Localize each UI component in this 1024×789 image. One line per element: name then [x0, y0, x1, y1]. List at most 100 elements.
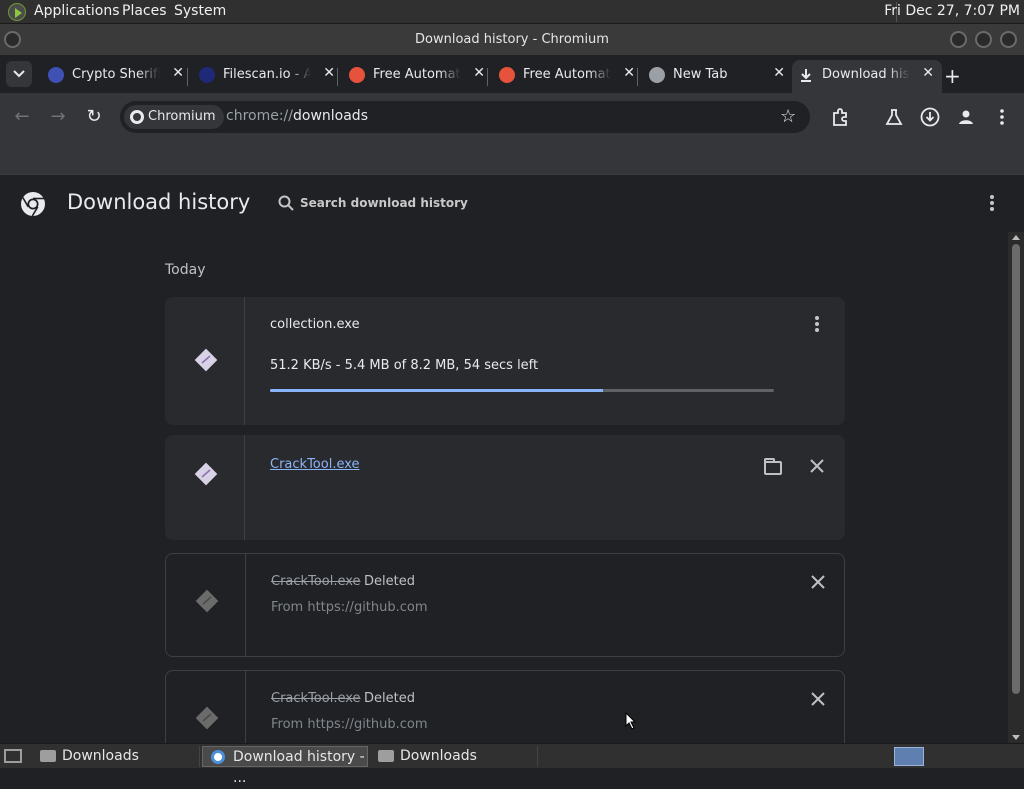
folder-icon [378, 750, 394, 762]
search-input[interactable] [300, 187, 900, 219]
tab-close-icon[interactable]: ✕ [323, 65, 335, 81]
tab-title: Free Automat [523, 67, 611, 82]
tab-strip: Crypto Sherifi ✕ Filescan.io - A ✕ Free … [0, 55, 1024, 93]
executable-file-icon [194, 348, 218, 372]
bookmark-star-icon[interactable]: ☆ [780, 106, 796, 127]
top-panel: Applications Places System Fri Dec 27, 7… [0, 0, 1024, 24]
source-url: From https://github.com [271, 717, 428, 732]
tab-close-icon[interactable]: ✕ [773, 65, 785, 81]
scroll-down-icon[interactable] [1012, 735, 1020, 740]
globe-icon [649, 67, 665, 83]
page-header: Download history [0, 175, 1024, 231]
search-download-history[interactable] [268, 187, 958, 219]
minimize-button[interactable] [950, 31, 967, 48]
back-icon[interactable]: ← [12, 107, 32, 127]
tab-favicon-icon [48, 67, 64, 83]
tab-title: Filescan.io - A [223, 67, 311, 82]
search-icon [278, 195, 294, 211]
deleted-label: Deleted [364, 691, 415, 706]
page-scrollbar[interactable] [1008, 232, 1024, 743]
tab-title: Download his [822, 67, 910, 82]
browser-menu-icon[interactable] [992, 107, 1012, 127]
tab-favicon-icon [499, 67, 515, 83]
close-window-button[interactable] [1000, 31, 1017, 48]
download-item: CrackTool.exe [165, 435, 845, 540]
downloads-toolbar-icon[interactable] [920, 107, 940, 127]
section-header-today: Today [165, 262, 206, 278]
file-icon-column [166, 554, 246, 656]
new-tab-button[interactable]: + [944, 64, 961, 88]
tab-close-icon[interactable]: ✕ [922, 65, 934, 81]
file-name: CrackTool.exe [271, 574, 361, 589]
tab-free-automat-1[interactable]: Free Automat ✕ [343, 60, 493, 93]
tab-new-tab[interactable]: New Tab ✕ [643, 60, 793, 93]
file-name-link[interactable]: CrackTool.exe [270, 457, 360, 472]
tab-filescan[interactable]: Filescan.io - A ✕ [193, 60, 343, 93]
tab-close-icon[interactable]: ✕ [172, 65, 184, 81]
forward-icon[interactable]: → [48, 107, 68, 127]
applications-menu[interactable]: Applications [34, 3, 120, 19]
window-titlebar[interactable]: Download history - Chromium [0, 24, 1024, 55]
tab-title: New Tab [673, 67, 728, 82]
tab-free-automat-2[interactable]: Free Automat ✕ [493, 60, 643, 93]
more-actions-icon[interactable] [986, 193, 998, 213]
progress-bar [270, 389, 774, 392]
reload-icon[interactable]: ↻ [84, 107, 104, 127]
taskbar-item-label: Downloads [400, 748, 477, 764]
download-item: CrackTool.exe Deleted From https://githu… [165, 670, 845, 743]
tab-download-history[interactable]: Download his ✕ [792, 60, 942, 93]
download-icon [798, 67, 814, 83]
chromium-icon [130, 110, 144, 124]
scroll-up-icon[interactable] [1012, 235, 1020, 240]
window-title: Download history - Chromium [415, 32, 609, 47]
file-icon-column [166, 671, 246, 743]
file-icon-column [165, 435, 245, 540]
gnome-foot-icon[interactable] [8, 3, 26, 21]
deleted-file-icon [195, 589, 219, 613]
labs-flask-icon[interactable] [884, 107, 904, 127]
tab-crypto-sherifi[interactable]: Crypto Sherifi ✕ [42, 60, 192, 93]
taskbar-item-label: Downloads [62, 748, 139, 764]
workspace-switcher[interactable] [894, 747, 924, 766]
taskbar-item-downloads-1[interactable]: Downloads [32, 746, 200, 767]
bottom-taskbar: Downloads Download history - ... Downloa… [0, 743, 1024, 786]
remove-from-list-icon[interactable] [810, 459, 824, 473]
clock[interactable]: Fri Dec 27, 7:07 PM [884, 3, 1020, 19]
item-more-actions-icon[interactable] [813, 315, 821, 333]
mouse-cursor-icon [625, 712, 637, 730]
remove-from-list-icon[interactable] [811, 692, 825, 706]
download-item: collection.exe 51.2 KB/s - 5.4 MB of 8.2… [165, 297, 845, 425]
tab-search-button[interactable] [6, 61, 32, 87]
tab-separator [187, 68, 188, 86]
tab-separator [337, 68, 338, 86]
file-icon-column [165, 297, 245, 425]
extensions-icon[interactable] [830, 107, 850, 127]
tab-close-icon[interactable]: ✕ [473, 65, 485, 81]
taskbar-item-downloads-2[interactable]: Downloads [370, 746, 538, 767]
tab-close-icon[interactable]: ✕ [623, 65, 635, 81]
show-in-folder-icon[interactable] [764, 458, 782, 475]
scrollbar-thumb[interactable] [1012, 244, 1020, 694]
url-text[interactable]: chrome://downloads [226, 108, 368, 124]
browser-toolbar: ← → ↻ Chromium chrome://downloads ☆ [0, 93, 1024, 141]
omnibox[interactable]: Chromium chrome://downloads ☆ [120, 101, 810, 133]
taskbar-item-download-history[interactable]: Download history - ... [202, 746, 368, 786]
downloads-page: Download history Today collection.exe 51… [0, 175, 1024, 743]
system-menu[interactable]: System [174, 3, 226, 19]
chromium-icon [211, 750, 225, 764]
download-item: CrackTool.exe Deleted From https://githu… [165, 553, 845, 657]
chevron-down-icon [13, 70, 25, 78]
site-info-chip[interactable]: Chromium [124, 105, 224, 129]
profile-icon[interactable] [956, 107, 976, 127]
maximize-button[interactable] [975, 31, 992, 48]
url-host: downloads [293, 108, 368, 124]
deleted-file-icon [195, 706, 219, 730]
show-desktop-icon[interactable] [4, 749, 22, 763]
file-name[interactable]: collection.exe [270, 317, 360, 332]
bookmarks-bar [0, 141, 1024, 175]
places-menu[interactable]: Places [122, 3, 167, 19]
remove-from-list-icon[interactable] [811, 575, 825, 589]
tab-favicon-icon [199, 67, 215, 83]
source-url: From https://github.com [271, 600, 428, 615]
deleted-label: Deleted [364, 574, 415, 589]
